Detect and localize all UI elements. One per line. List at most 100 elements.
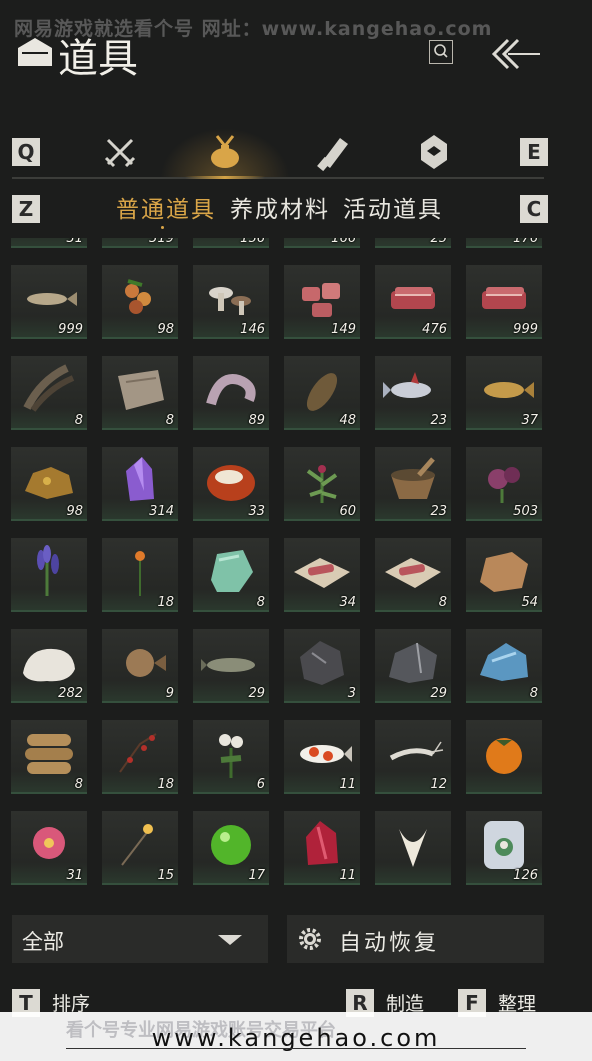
item-slot-partial[interactable]: 319	[102, 238, 178, 248]
crossed-swords-icon[interactable]	[100, 132, 140, 172]
key-hint-c[interactable]: C	[520, 195, 548, 223]
item-count: 8	[256, 595, 265, 610]
item-slot[interactable]: 12	[375, 720, 451, 794]
hide-icon	[118, 370, 164, 410]
item-count: 999	[513, 322, 538, 337]
sparkler-icon	[121, 824, 153, 866]
subtab-general-items[interactable]: 普通道具	[116, 190, 216, 224]
ore-gold-icon	[25, 467, 73, 499]
item-slot[interactable]: 17	[193, 811, 269, 885]
item-slot[interactable]: 282	[11, 629, 87, 703]
item-count: 54	[521, 595, 538, 610]
item-slot[interactable]	[375, 811, 451, 885]
item-count: 319	[149, 238, 174, 246]
item-slot-partial[interactable]: 176	[466, 238, 542, 248]
item-count: 476	[422, 322, 447, 337]
item-slot[interactable]: 999	[11, 265, 87, 339]
badge-icon[interactable]	[414, 132, 454, 172]
item-slot[interactable]: 54	[466, 538, 542, 612]
item-slot[interactable]: 8	[11, 720, 87, 794]
orange-flower-icon	[135, 551, 145, 596]
item-count: 89	[248, 413, 265, 428]
item-slot-partial[interactable]: 166	[284, 238, 360, 248]
auto-restore-label: 自动恢复	[339, 931, 440, 956]
item-slot-partial[interactable]: 31	[11, 238, 87, 248]
item-slot[interactable]: 6	[193, 720, 269, 794]
item-slot[interactable]: 8	[102, 356, 178, 430]
item-slot-partial[interactable]: 156	[193, 238, 269, 248]
herb-icon	[306, 465, 338, 503]
back-chevron-icon[interactable]	[486, 36, 542, 72]
key-hint-q[interactable]: Q	[12, 138, 40, 166]
item-slot[interactable]: 9	[102, 629, 178, 703]
item-slot[interactable]: 48	[284, 356, 360, 430]
item-count: 18	[157, 777, 174, 792]
item-slot[interactable]: 999	[466, 265, 542, 339]
item-count: 60	[339, 504, 356, 519]
pouch-icon[interactable]	[205, 132, 245, 172]
auto-restore-button[interactable]: 自动恢复	[287, 915, 544, 963]
item-slot-partial[interactable]: 25	[375, 238, 451, 248]
item-slot[interactable]: 31	[11, 811, 87, 885]
amethyst-icon	[126, 457, 154, 501]
item-count: 8	[74, 413, 83, 428]
item-slot[interactable]: 3	[284, 629, 360, 703]
item-slot[interactable]: 37	[466, 356, 542, 430]
blue-crystal-icon	[480, 643, 528, 681]
subtabs: Z 普通道具 养成材料 活动道具 C	[0, 190, 592, 230]
item-count: 15	[157, 868, 174, 883]
item-slot[interactable]: 11	[284, 720, 360, 794]
item-slot[interactable]: 23	[375, 356, 451, 430]
item-slot[interactable]: 126	[466, 811, 542, 885]
carp-icon	[306, 373, 338, 411]
item-slot[interactable]: 29	[375, 629, 451, 703]
item-slot[interactable]: 18	[102, 720, 178, 794]
subtab-event-items[interactable]: 活动道具	[343, 190, 443, 224]
item-slot[interactable]: 8	[11, 356, 87, 430]
item-slot[interactable]: 89	[193, 356, 269, 430]
item-slot[interactable]: 146	[193, 265, 269, 339]
item-count: 18	[157, 595, 174, 610]
item-count: 503	[513, 504, 538, 519]
subtab-growth-materials[interactable]: 养成材料	[230, 190, 330, 224]
item-count: 8	[438, 595, 447, 610]
item-slot[interactable]: 18	[102, 538, 178, 612]
item-slot[interactable]: 314	[102, 447, 178, 521]
item-slot[interactable]: 98	[11, 447, 87, 521]
pink-flower-icon	[33, 827, 65, 859]
item-slot[interactable]: 60	[284, 447, 360, 521]
berries-icon	[125, 279, 151, 314]
filter-dropdown[interactable]: 全部	[12, 915, 268, 963]
key-hint-e[interactable]: E	[520, 138, 548, 166]
item-slot[interactable]: 149	[284, 265, 360, 339]
key-hint-z[interactable]: Z	[12, 195, 40, 223]
item-slot[interactable]: 11	[284, 811, 360, 885]
item-slot[interactable]: 98	[102, 265, 178, 339]
scroll-icon[interactable]	[314, 132, 354, 172]
category-tabs: Q E	[0, 128, 592, 176]
search-button[interactable]	[429, 40, 453, 64]
item-slot[interactable]: 8	[193, 538, 269, 612]
item-count: 98	[157, 322, 174, 337]
item-count: 6	[256, 777, 265, 792]
item-slot[interactable]: 29	[193, 629, 269, 703]
item-slot[interactable]	[466, 720, 542, 794]
item-slot[interactable]: 8	[466, 629, 542, 703]
item-count: 9	[165, 686, 174, 701]
item-count: 23	[430, 413, 447, 428]
item-slot[interactable]: 8	[375, 538, 451, 612]
item-slot[interactable]	[11, 538, 87, 612]
item-count: 126	[513, 868, 538, 883]
pufferfish-icon	[126, 649, 166, 677]
item-count: 314	[149, 504, 174, 519]
item-slot[interactable]: 23	[375, 447, 451, 521]
gear-icon	[299, 928, 321, 950]
item-slot[interactable]: 34	[284, 538, 360, 612]
item-slot[interactable]: 476	[375, 265, 451, 339]
item-slot[interactable]: 15	[102, 811, 178, 885]
fur-icon	[480, 552, 528, 592]
item-slot[interactable]: 33	[193, 447, 269, 521]
item-slot[interactable]: 503	[466, 447, 542, 521]
tabs-divider	[12, 177, 544, 179]
meat-chunks-icon	[302, 283, 340, 317]
